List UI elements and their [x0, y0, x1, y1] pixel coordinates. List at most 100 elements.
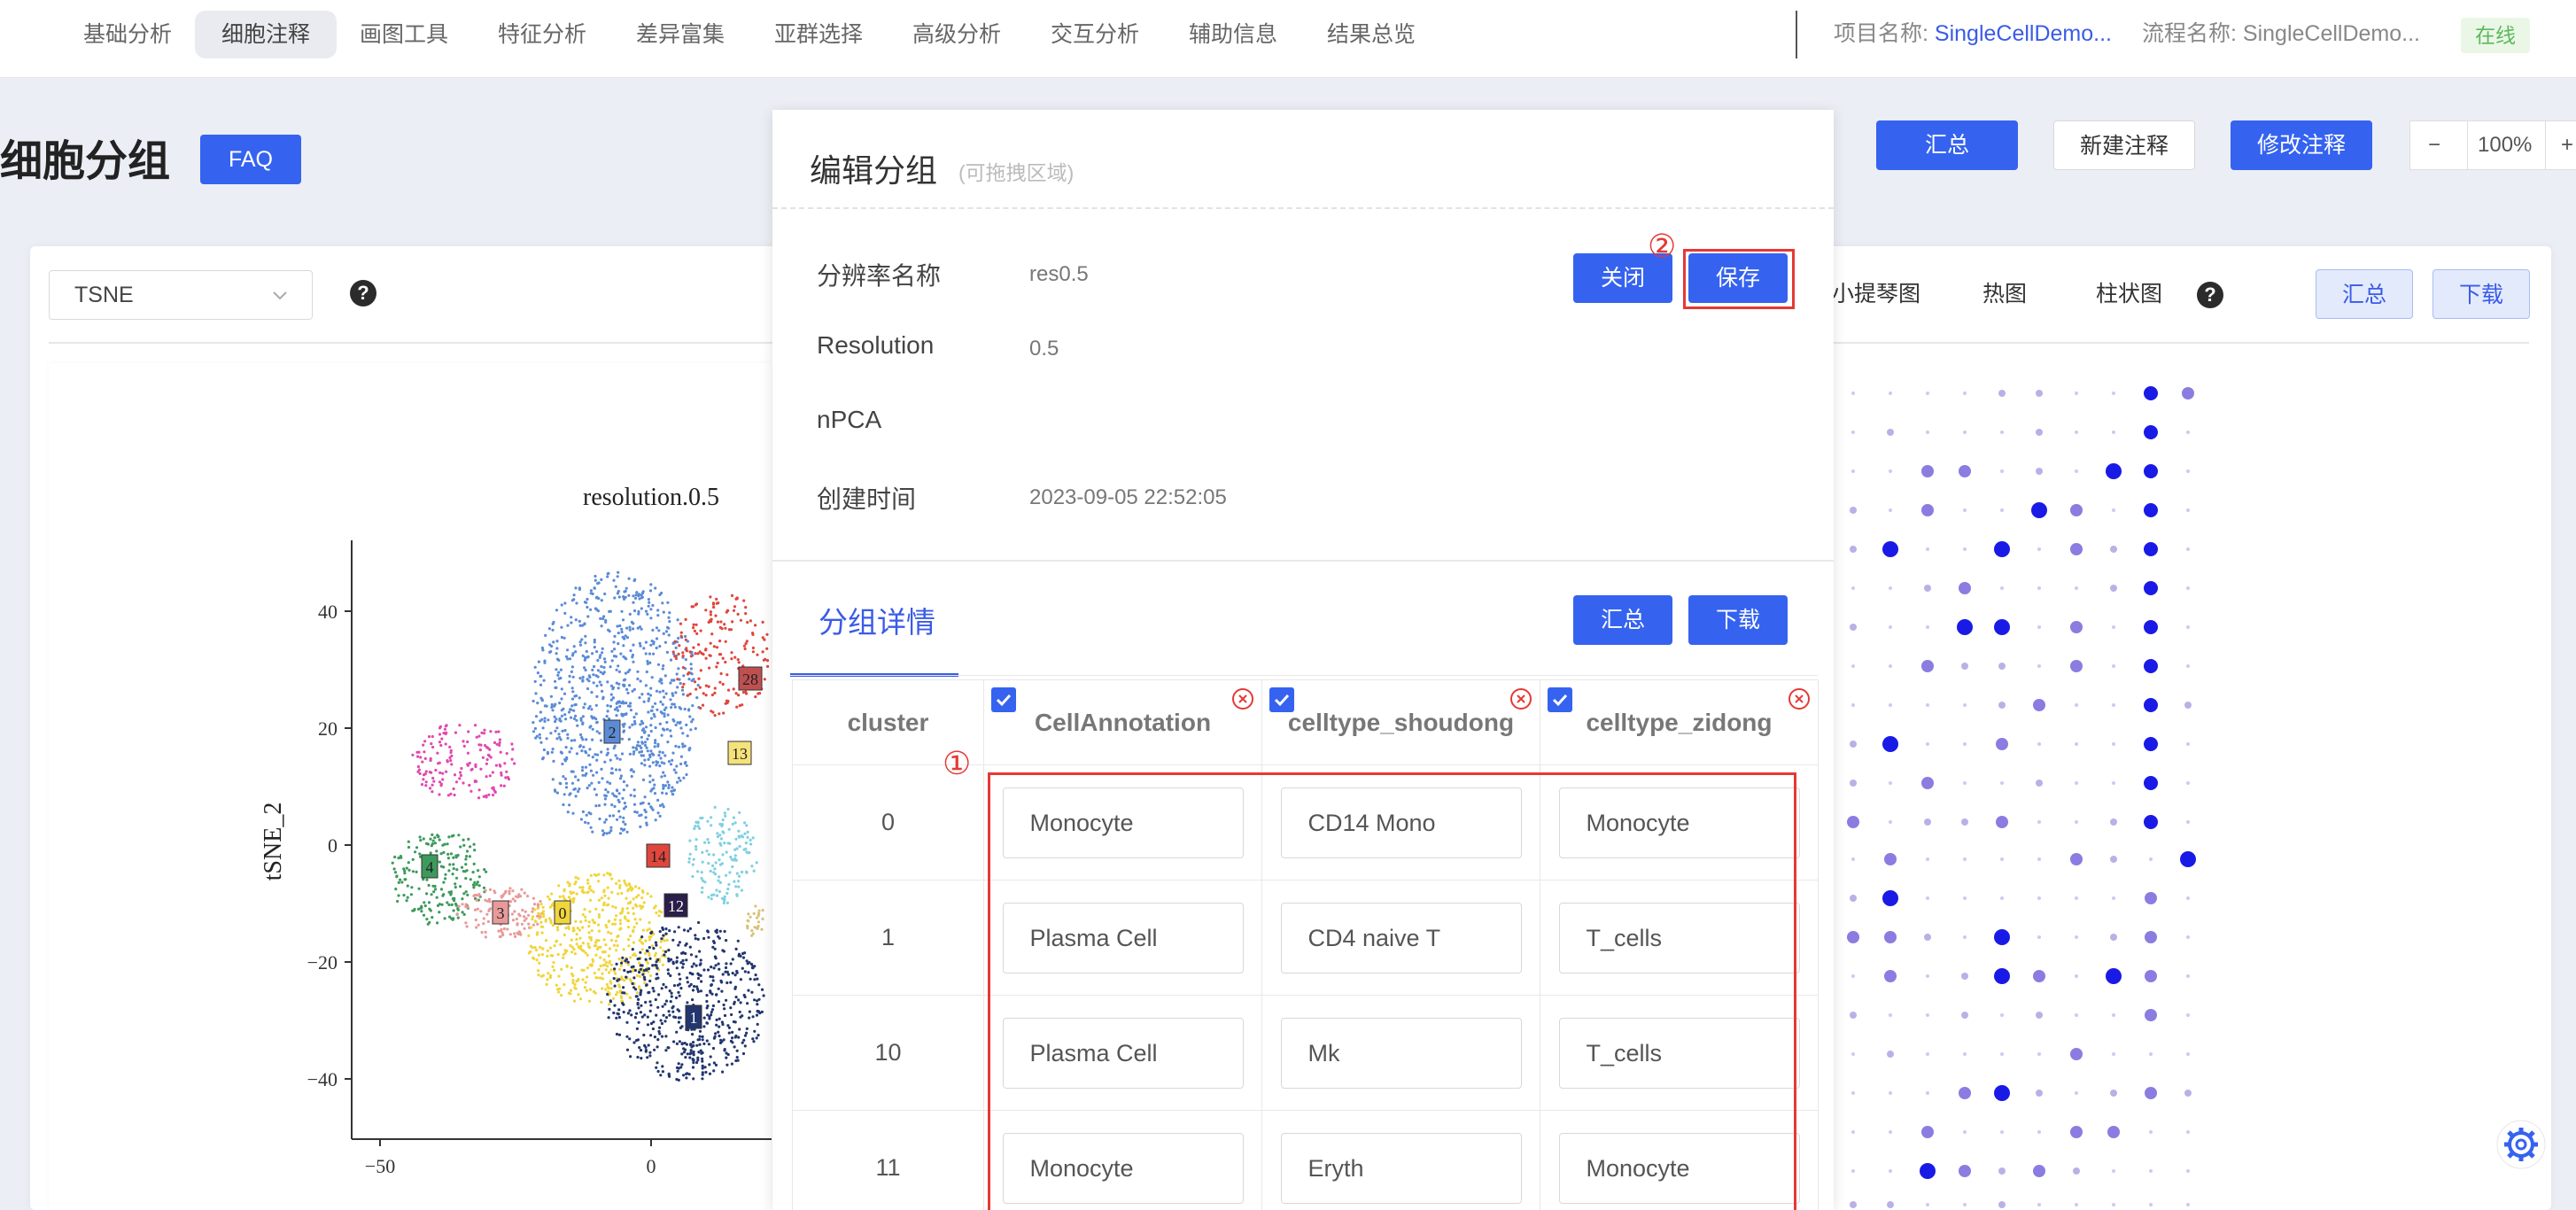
scatter-point — [655, 626, 659, 630]
scatter-point — [578, 936, 582, 940]
detail-download-button[interactable]: 下载 — [1688, 595, 1788, 645]
scatter-point — [717, 1000, 721, 1004]
scatter-point — [648, 589, 653, 593]
scatter-point — [539, 710, 543, 714]
panel-download-button[interactable]: 下载 — [2432, 269, 2530, 319]
scatter-point — [671, 938, 675, 942]
modal-drag-hint[interactable]: (可拖拽区域) — [958, 156, 1074, 186]
scatter-point — [431, 833, 434, 837]
nav-item-feature-analysis[interactable]: 特征分析 — [471, 11, 613, 58]
reduction-select[interactable]: TSNE — [49, 270, 313, 320]
scatter-point — [706, 968, 710, 972]
faq-button[interactable]: FAQ — [200, 135, 301, 184]
scatter-point — [422, 913, 426, 917]
scatter-point — [757, 983, 761, 987]
scatter-point — [761, 650, 764, 654]
nav-item-cell-annotation[interactable]: 细胞注释 — [195, 11, 338, 58]
scatter-point — [638, 1046, 641, 1050]
scatter-point — [639, 1049, 643, 1052]
scatter-point — [715, 888, 718, 892]
scatter-point — [508, 899, 512, 904]
dot-plot-dot — [1851, 1091, 1855, 1095]
scatter-point — [581, 722, 585, 725]
tab-bar-chart[interactable]: 柱状图 — [2096, 276, 2162, 308]
scatter-point — [578, 997, 583, 1001]
scatter-point — [567, 710, 571, 714]
modify-annotation-button[interactable]: 修改注释 — [2231, 120, 2372, 170]
scatter-point — [599, 964, 602, 968]
scatter-point — [656, 798, 660, 802]
scatter-point — [646, 749, 649, 753]
close-circle-icon[interactable] — [1788, 687, 1811, 710]
scatter-point — [654, 725, 657, 730]
nav-item-subgroup-selection[interactable]: 亚群选择 — [748, 11, 889, 58]
help-icon[interactable]: ? — [2197, 282, 2223, 308]
scatter-point — [486, 753, 491, 756]
scatter-point — [738, 844, 741, 849]
column-header-celltype-shoudong: celltype_shoudong — [1261, 679, 1540, 765]
panel-summary-button[interactable]: 汇总 — [2316, 269, 2413, 319]
scatter-point — [624, 678, 627, 681]
nav-item-plot-tools[interactable]: 画图工具 — [333, 11, 475, 58]
column-checkbox[interactable] — [1269, 687, 1294, 712]
scatter-point — [621, 956, 625, 959]
close-circle-icon[interactable] — [1231, 687, 1254, 710]
scatter-point — [596, 669, 601, 672]
scatter-point — [687, 860, 691, 864]
scatter-point — [628, 625, 632, 629]
zoom-in-button[interactable]: + — [2561, 121, 2573, 169]
scatter-point — [616, 818, 619, 821]
scatter-point — [753, 978, 757, 981]
scatter-point — [570, 708, 573, 711]
scatter-point — [448, 756, 452, 759]
scatter-point — [642, 901, 646, 904]
column-checkbox[interactable] — [1548, 687, 1572, 712]
new-annotation-button[interactable]: 新建注释 — [2053, 120, 2195, 170]
scatter-point — [656, 1038, 660, 1042]
nav-item-results-overview[interactable]: 结果总览 — [1300, 11, 1442, 58]
scatter-point — [718, 967, 721, 971]
detail-summary-button[interactable]: 汇总 — [1573, 595, 1672, 645]
summary-button[interactable]: 汇总 — [1876, 120, 2018, 170]
zoom-out-button[interactable]: − — [2428, 121, 2440, 169]
scatter-point — [712, 1069, 716, 1073]
nav-item-auxiliary-info[interactable]: 辅助信息 — [1162, 11, 1304, 58]
scatter-point — [696, 684, 700, 687]
gear-icon[interactable] — [2496, 1120, 2546, 1169]
scatter-point — [632, 752, 635, 756]
scatter-point — [431, 776, 435, 780]
nav-item-basic-analysis[interactable]: 基础分析 — [57, 11, 198, 58]
nav-item-interaction-analysis[interactable]: 交互分析 — [1024, 11, 1166, 58]
tab-heatmap[interactable]: 热图 — [1982, 276, 2027, 308]
scatter-point — [589, 812, 593, 816]
scatter-point — [622, 816, 625, 819]
scatter-point — [753, 998, 757, 1002]
scatter-point — [656, 1045, 659, 1049]
tab-group-details[interactable]: 分组详情 — [819, 599, 935, 641]
column-checkbox[interactable] — [991, 687, 1016, 712]
scatter-point — [723, 895, 726, 899]
scatter-point — [573, 986, 577, 989]
help-icon[interactable]: ? — [350, 280, 376, 306]
scatter-point — [757, 997, 761, 1001]
scatter-point — [712, 853, 716, 857]
scatter-point — [631, 723, 634, 726]
scatter-point — [667, 972, 671, 975]
scatter-point — [718, 1017, 721, 1020]
scatter-point — [570, 966, 573, 970]
scatter-point — [615, 881, 618, 886]
scatter-point — [486, 919, 490, 924]
scatter-point — [636, 744, 640, 748]
scatter-point — [615, 1016, 618, 1020]
scatter-point — [540, 931, 544, 935]
scatter-point — [594, 804, 598, 808]
scatter-point — [755, 1013, 759, 1017]
nav-item-diff-enrichment[interactable]: 差异富集 — [609, 11, 751, 58]
tab-violin-plot[interactable]: 小提琴图 — [1832, 276, 1920, 308]
scatter-point — [691, 874, 694, 879]
scatter-point — [643, 743, 648, 748]
scatter-point — [685, 649, 689, 653]
close-circle-icon[interactable] — [1509, 687, 1532, 710]
project-name-value[interactable]: SingleCellDemo... — [1935, 21, 2112, 46]
nav-item-advanced-analysis[interactable]: 高级分析 — [886, 11, 1028, 58]
